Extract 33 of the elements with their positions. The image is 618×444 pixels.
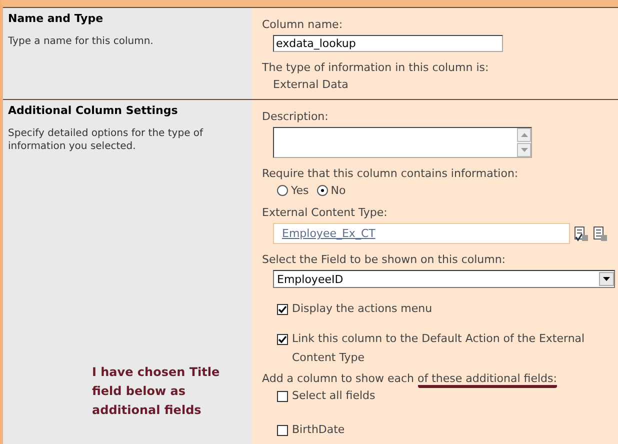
field-label: Description: <box>262 110 330 123</box>
annotation-note: I have chosen Title field below as additional fields <box>92 364 221 419</box>
up-arrow-icon <box>520 133 528 137</box>
section-description: Type a name for this column. <box>8 35 154 48</box>
caret-icon <box>603 277 610 281</box>
radio-label: No <box>330 184 346 197</box>
field-dropdown[interactable]: EmployeeID <box>273 270 615 288</box>
checkbox[interactable] <box>277 391 288 402</box>
checkbox[interactable] <box>277 334 288 345</box>
picker-field[interactable]: Employee_Ex_CT <box>273 223 570 244</box>
radio-label: Yes <box>291 184 309 197</box>
check-names-icon[interactable] <box>574 226 589 242</box>
section-title: Name and Type <box>8 12 104 25</box>
content-type-link[interactable]: Employee_Ex_CT <box>282 227 376 240</box>
checkbox[interactable] <box>277 425 288 436</box>
section-title: Additional Column Settings <box>8 104 179 117</box>
info-value: External Data <box>272 78 350 91</box>
field-label: Column name: <box>262 18 344 31</box>
info-label: The type of information in this column is: <box>262 61 490 74</box>
checkbox[interactable] <box>277 304 288 315</box>
field-label: Select the Field to be shown on this column: <box>262 253 507 266</box>
radio-button[interactable] <box>316 185 328 196</box>
checkbox-label: BirthDate <box>292 422 346 438</box>
field-label: External Content Type: <box>262 206 388 219</box>
field-label: Require that this column contains information: <box>262 167 520 180</box>
down-arrow-icon <box>520 148 528 152</box>
radio-button[interactable] <box>277 185 288 196</box>
field-label: Add a column to show each of these additional fields: <box>262 372 615 385</box>
input-field[interactable]: exdata_lookup <box>273 35 503 52</box>
browse-icon[interactable] <box>593 226 608 242</box>
checkbox-label: Select all fields <box>292 388 376 404</box>
section-description: Specify detailed options for the type of information you selected. <box>8 127 204 153</box>
checkbox-label: Display the actions menu <box>292 301 434 317</box>
